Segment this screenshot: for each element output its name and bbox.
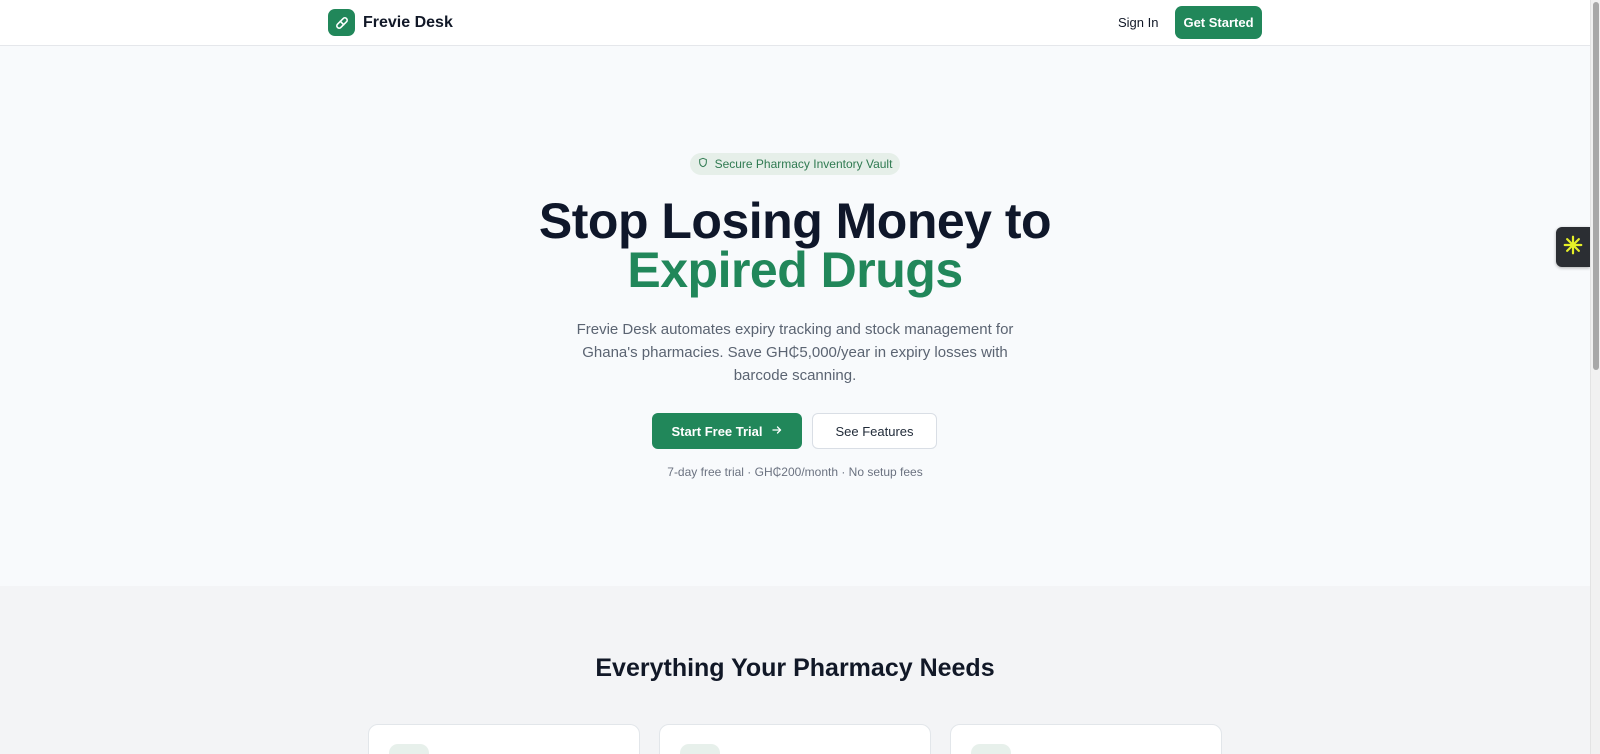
feature-icon (971, 744, 1011, 754)
arrow-right-icon (771, 424, 783, 439)
security-badge: Secure Pharmacy Inventory Vault (690, 153, 900, 175)
hero-section: Secure Pharmacy Inventory Vault Stop Los… (0, 46, 1590, 586)
page-scrollbar[interactable] (1590, 0, 1600, 754)
brand-name: Frevie Desk (363, 13, 453, 31)
headline-line-2: Expired Drugs (627, 242, 963, 298)
feature-card (659, 724, 931, 754)
sign-in-link[interactable]: Sign In (1118, 15, 1158, 30)
top-navbar: Frevie Desk Sign In Get Started (0, 0, 1590, 46)
shield-icon (698, 157, 708, 171)
hero-subtitle: Frevie Desk automates expiry tracking an… (576, 321, 1014, 384)
asterisk-icon (1562, 234, 1584, 261)
start-free-trial-button[interactable]: Start Free Trial (652, 413, 802, 449)
floating-widget-button[interactable] (1556, 227, 1590, 267)
feature-card (368, 724, 640, 754)
get-started-button[interactable]: Get Started (1175, 6, 1262, 39)
features-title: Everything Your Pharmacy Needs (595, 654, 995, 682)
features-section: Everything Your Pharmacy Needs (0, 586, 1590, 754)
scrollbar-thumb[interactable] (1593, 2, 1599, 370)
badge-text: Secure Pharmacy Inventory Vault (714, 157, 893, 171)
feature-icon (680, 744, 720, 754)
feature-icon (389, 744, 429, 754)
start-free-trial-label: Start Free Trial (671, 423, 763, 439)
pricing-note: 7-day free trial · GH₵200/month · No set… (667, 465, 923, 479)
feature-card (950, 724, 1222, 754)
brand-home-link[interactable]: Frevie Desk (328, 9, 453, 36)
headline-line-1: Stop Losing Money to (538, 193, 1052, 249)
see-features-button[interactable]: See Features (812, 413, 937, 449)
landing-page: Frevie Desk Sign In Get Started Secure P… (0, 0, 1600, 754)
pill-icon (328, 9, 355, 36)
